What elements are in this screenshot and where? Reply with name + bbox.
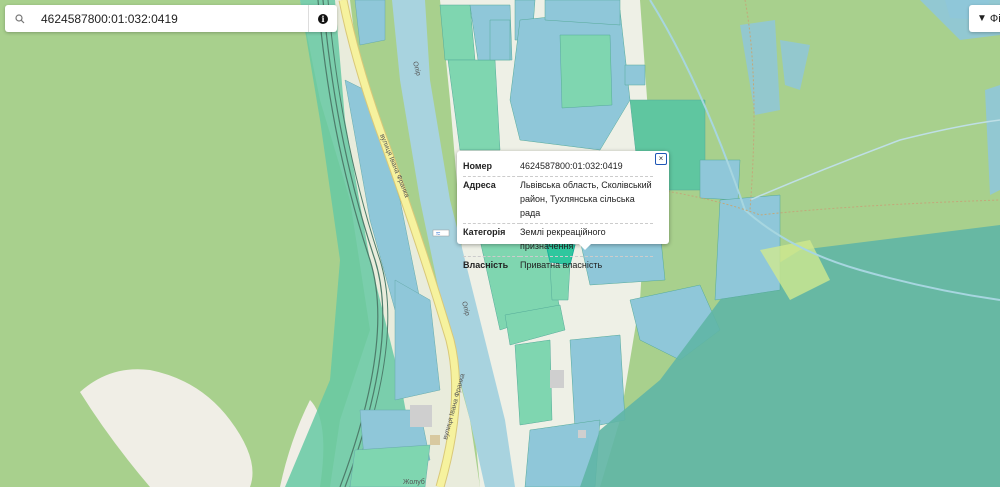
info-button[interactable]: i xyxy=(308,5,337,32)
filter-icon: ▼ xyxy=(977,13,987,24)
parcel[interactable] xyxy=(569,334,626,431)
bridge-icon: ≈ xyxy=(436,229,441,238)
search-input[interactable] xyxy=(39,10,308,27)
row-key: Власність xyxy=(463,260,509,270)
filter-label: Фі xyxy=(989,12,1000,25)
building xyxy=(410,405,432,427)
row-key: Категорія xyxy=(463,223,520,257)
parcel[interactable] xyxy=(354,0,386,46)
row-key: Номер xyxy=(463,158,520,177)
building xyxy=(578,430,586,438)
parcel[interactable] xyxy=(489,19,511,61)
search-bar: i xyxy=(5,5,337,32)
parcel[interactable] xyxy=(439,4,476,61)
parcel[interactable] xyxy=(514,339,553,426)
popup-tip xyxy=(579,244,591,250)
close-button[interactable]: × xyxy=(655,153,667,165)
table-row: Власність Приватна власність xyxy=(463,257,653,276)
search-icon xyxy=(15,13,37,24)
filter-button[interactable]: ▼ Фі xyxy=(969,5,1000,32)
parcel[interactable] xyxy=(624,64,646,86)
row-value: Приватна власність xyxy=(520,260,603,270)
parcel[interactable] xyxy=(559,34,613,109)
table-row: Адреса Львівська область, Сколівський ра… xyxy=(463,176,653,224)
row-key: Адреса xyxy=(463,176,520,224)
info-icon: i xyxy=(318,13,328,24)
bottom-place-label: Жолуб xyxy=(403,478,425,486)
row-value: Землі рекреаційного призначення xyxy=(520,223,653,257)
building xyxy=(430,435,440,445)
table-row: Категорія Землі рекреаційного призначенн… xyxy=(463,223,653,257)
row-value: 4624587800:01:032:0419 xyxy=(520,158,653,177)
parcel-info-table: Номер 4624587800:01:032:0419 Адреса Льві… xyxy=(463,158,653,275)
building xyxy=(550,370,564,388)
row-value: Львівська область, Сколівський район, Ту… xyxy=(520,176,653,224)
table-row: Номер 4624587800:01:032:0419 xyxy=(463,158,653,177)
parcel-info-popup: × Номер 4624587800:01:032:0419 Адреса Ль… xyxy=(457,151,669,270)
